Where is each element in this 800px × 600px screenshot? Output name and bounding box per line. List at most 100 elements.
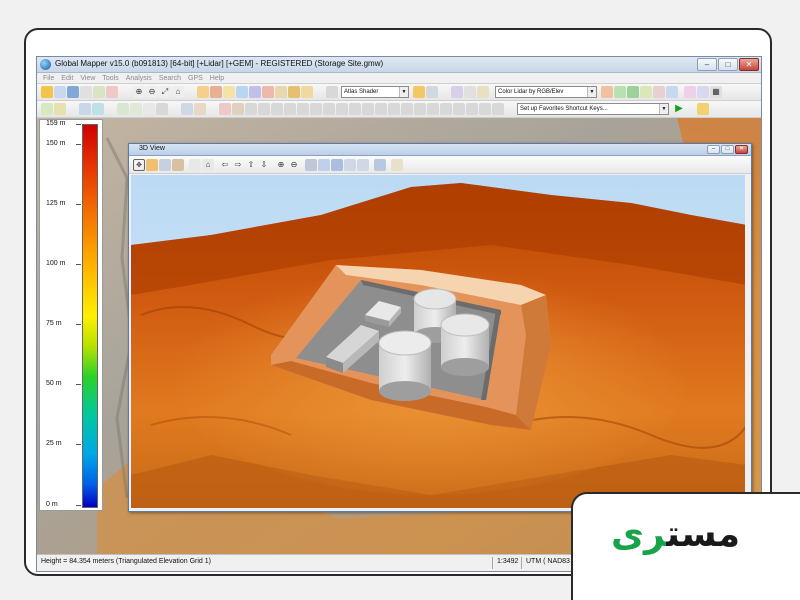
pattern-icon[interactable]: [156, 103, 168, 115]
draw-point-icon[interactable]: [297, 103, 309, 115]
save-3d-icon[interactable]: [374, 159, 386, 171]
config-icon[interactable]: [93, 86, 105, 98]
minimize-button[interactable]: –: [697, 58, 717, 71]
close-button[interactable]: ✕: [739, 58, 759, 71]
print-icon[interactable]: [80, 86, 92, 98]
layer-icon[interactable]: [288, 86, 300, 98]
control-center-icon[interactable]: [275, 86, 287, 98]
home-view-icon[interactable]: ⌂: [202, 159, 214, 171]
pencil-icon[interactable]: [245, 103, 257, 115]
zoom-out-icon[interactable]: ⊖: [146, 86, 158, 98]
snap-icon[interactable]: [362, 103, 374, 115]
simplify-icon[interactable]: [388, 103, 400, 115]
menu-edit[interactable]: Edit: [61, 73, 73, 83]
digitize-area-icon[interactable]: [54, 103, 66, 115]
3d-minimize-button[interactable]: –: [707, 145, 720, 154]
arrow-left-icon[interactable]: ⇦: [219, 159, 231, 171]
label-icon[interactable]: [453, 103, 465, 115]
menu-file[interactable]: File: [43, 73, 54, 83]
3d-scene-canvas[interactable]: [131, 175, 745, 508]
delete-feature-icon[interactable]: [219, 103, 231, 115]
feature-info-icon[interactable]: [223, 86, 235, 98]
menu-view[interactable]: View: [80, 73, 95, 83]
palette-icon[interactable]: [413, 86, 425, 98]
smooth-icon[interactable]: [375, 103, 387, 115]
contrast-icon[interactable]: [426, 86, 438, 98]
zoom-in-3d-icon[interactable]: ⊕: [275, 159, 287, 171]
lidar-color-select[interactable]: Color Lidar by RGB/Elev ▼: [495, 86, 597, 98]
open-data-icon[interactable]: [54, 86, 66, 98]
grid-icon[interactable]: ▦: [710, 86, 722, 98]
move-feature-icon[interactable]: [92, 103, 104, 115]
wrench-icon[interactable]: [427, 103, 439, 115]
draw-line-icon[interactable]: [271, 103, 283, 115]
fly-icon[interactable]: [172, 159, 184, 171]
shortcut-select[interactable]: Set up Favorites Shortcut Keys... ▼: [517, 103, 669, 115]
lidar-class-icon[interactable]: [477, 86, 489, 98]
save-icon[interactable]: [67, 86, 79, 98]
maximize-button[interactable]: □: [718, 58, 738, 71]
menu-search[interactable]: Search: [159, 73, 181, 83]
select-icon[interactable]: [159, 159, 171, 171]
menu-analysis[interactable]: Analysis: [126, 73, 152, 83]
draw-area-icon[interactable]: [284, 103, 296, 115]
lidar-filter-icon[interactable]: [464, 86, 476, 98]
3d-view-title-bar[interactable]: 3D View – □ ✕: [129, 144, 751, 156]
rotate-icon[interactable]: [117, 103, 129, 115]
style-icon[interactable]: [466, 103, 478, 115]
copy-icon[interactable]: [143, 103, 155, 115]
pan-icon[interactable]: ✥: [133, 159, 145, 171]
3d-maximize-button[interactable]: □: [721, 145, 734, 154]
split-icon[interactable]: [181, 103, 193, 115]
view-shed-icon[interactable]: [262, 86, 274, 98]
shader-icon[interactable]: [326, 86, 338, 98]
arrow-tool-icon[interactable]: [301, 86, 313, 98]
crop-icon[interactable]: [401, 103, 413, 115]
lidar-noise-icon[interactable]: [684, 86, 696, 98]
export-3d-icon[interactable]: [391, 159, 403, 171]
scale-icon[interactable]: [130, 103, 142, 115]
move-icon[interactable]: [146, 159, 158, 171]
extra-tool-icon[interactable]: [479, 103, 491, 115]
pencil-alt-icon[interactable]: [258, 103, 270, 115]
3d-view-scrollbar[interactable]: [746, 175, 751, 508]
3d-view-window[interactable]: 3D View – □ ✕ ✥ ⌂ ⇦ ⇨ ⇧ ⇩ ⊕ ⊖: [128, 143, 752, 512]
play-icon[interactable]: ▶: [673, 103, 685, 115]
arrow-up-icon[interactable]: ⇧: [245, 159, 257, 171]
full-view-icon[interactable]: ⤢: [159, 86, 171, 98]
home-icon[interactable]: ⌂: [172, 86, 184, 98]
vertical-exag-icon[interactable]: [305, 159, 317, 171]
menu-help[interactable]: Help: [210, 73, 224, 83]
draw-text-icon[interactable]: [336, 103, 348, 115]
tools-icon[interactable]: [106, 86, 118, 98]
lidar-building-icon[interactable]: [653, 86, 665, 98]
digitizer-icon[interactable]: [197, 86, 209, 98]
range-ring-icon[interactable]: [349, 103, 361, 115]
buffer-icon[interactable]: [232, 103, 244, 115]
arrow-right-icon[interactable]: ⇨: [232, 159, 244, 171]
open-folder-icon[interactable]: [41, 86, 53, 98]
edit-vertex-icon[interactable]: [79, 103, 91, 115]
lidar-transform-icon[interactable]: [697, 86, 709, 98]
lidar-elev-icon[interactable]: [614, 86, 626, 98]
lidar-tool-icon[interactable]: [451, 86, 463, 98]
measure-icon[interactable]: [210, 86, 222, 98]
sky-icon[interactable]: [331, 159, 343, 171]
menu-tools[interactable]: Tools: [102, 73, 118, 83]
join-icon[interactable]: [194, 103, 206, 115]
arrow-down-icon[interactable]: ⇩: [258, 159, 270, 171]
menu-gps[interactable]: GPS: [188, 73, 203, 83]
attribute-icon[interactable]: [440, 103, 452, 115]
lidar-veg-icon[interactable]: [627, 86, 639, 98]
terrain-icon[interactable]: [344, 159, 356, 171]
reset-view-icon[interactable]: [189, 159, 201, 171]
digitize-line-icon[interactable]: [41, 103, 53, 115]
draw-rect-icon[interactable]: [323, 103, 335, 115]
3d-close-button[interactable]: ✕: [735, 145, 748, 154]
draw-circle-icon[interactable]: [310, 103, 322, 115]
map-workspace[interactable]: 159 m 150 m 125 m 100 m 75 m 50 m 25 m 0…: [37, 118, 761, 556]
zoom-in-icon[interactable]: ⊕: [133, 86, 145, 98]
path-profile-icon[interactable]: [249, 86, 261, 98]
water-level-icon[interactable]: [318, 159, 330, 171]
trace-icon[interactable]: [414, 103, 426, 115]
